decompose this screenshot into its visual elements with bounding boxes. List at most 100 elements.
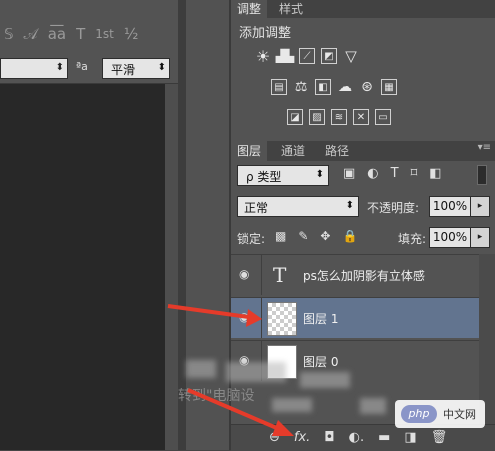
opacity-dropdown-button[interactable]: ▸: [470, 196, 490, 217]
vertical-scrollbar[interactable]: [165, 84, 178, 450]
color-balance-icon[interactable]: ⚖: [293, 79, 309, 95]
tab-layers[interactable]: 图层: [231, 141, 268, 161]
layer-style-icon[interactable]: fx.: [294, 430, 310, 445]
fill-label: 填充:: [398, 232, 427, 246]
titling-icon[interactable]: T: [76, 25, 85, 43]
pixel-filter-icon[interactable]: ▣: [343, 166, 355, 181]
php-text: 中文网: [443, 408, 476, 421]
blur-overlay: [360, 398, 386, 414]
canvas[interactable]: [0, 84, 165, 450]
blend-mode-value: 正常: [244, 201, 269, 215]
opacity-field[interactable]: 100%: [429, 196, 471, 217]
levels-icon[interactable]: ▟▙: [276, 48, 294, 64]
delete-layer-icon[interactable]: 🗑: [431, 430, 448, 445]
lock-all-icon[interactable]: 🔒: [342, 229, 357, 243]
panel-menu-icon[interactable]: ▾≡: [478, 142, 491, 153]
adjustment-row-3: ◪ ▨ ≋ ✕ ▭: [287, 109, 391, 125]
layer-row-1[interactable]: ◉ 图层 1: [231, 297, 479, 338]
php-logo: php: [401, 405, 437, 423]
eye-icon[interactable]: ◉: [239, 310, 255, 324]
ordinal-icon[interactable]: 1st: [95, 27, 114, 41]
ligature-icon[interactable]: a͞a: [48, 25, 66, 43]
updown-arrow-icon: ⬍: [55, 62, 64, 73]
selective-color-icon[interactable]: ✕: [353, 109, 369, 125]
brightness-icon[interactable]: ☀: [255, 47, 271, 66]
antialias-icon: ªa: [76, 60, 88, 73]
layers-bottom-icons: ⊖ fx. ◘ ◐. ▬ ◨ 🗑: [269, 430, 447, 445]
lock-row: 锁定: ▩ ✎ ✥ 🔒 填充: 100% ▸: [235, 227, 491, 249]
text-format-row: 𝕊 𝒜 a͞a T 1st ½: [0, 22, 138, 46]
fill-field[interactable]: 100%: [429, 227, 471, 248]
adjustment-filter-icon[interactable]: ◐: [367, 166, 378, 181]
color-lookup-icon[interactable]: ▦: [381, 79, 397, 95]
add-adjustment-title: 添加调整: [239, 26, 292, 41]
layer-row-text[interactable]: ◉ T ps怎么加阴影有立体感: [231, 254, 479, 295]
updown-arrow-icon: ⬍: [315, 169, 324, 180]
tab-adjustments[interactable]: 调整: [231, 0, 268, 18]
lock-icons: ▩ ✎ ✥ 🔒: [275, 229, 357, 243]
photoshop-workspace: 𝕊 𝒜 a͞a T 1st ½ ⬍ ªa 平滑 ⬍ 调整 样式 添加调整 ☀ ▟…: [0, 0, 495, 451]
layers-tabbar: 图层 通道 路径 ▾≡: [231, 141, 495, 161]
smart-object-filter-icon[interactable]: ◧: [429, 166, 441, 181]
vibrance-icon[interactable]: ▽: [343, 47, 359, 65]
new-adjustment-icon[interactable]: ◐.: [349, 430, 364, 445]
gradient-map-icon[interactable]: ▭: [375, 109, 391, 125]
font-size-select[interactable]: ⬍: [0, 58, 68, 79]
character-toolbar: 𝕊 𝒜 a͞a T 1st ½ ⬍ ªa 平滑 ⬍: [0, 0, 178, 84]
tab-channels[interactable]: 通道: [275, 141, 311, 161]
filter-kind-value: ρ 类型: [246, 170, 282, 184]
layer-name[interactable]: 图层 0: [303, 353, 338, 370]
filter-kind-select[interactable]: ρ 类型 ⬍: [237, 165, 329, 186]
shape-filter-icon[interactable]: ⌑: [411, 166, 418, 181]
antialias-value: 平滑: [111, 63, 136, 77]
fill-dropdown-button[interactable]: ▸: [470, 227, 490, 248]
curves-icon[interactable]: ⟋: [299, 48, 315, 64]
posterize-icon[interactable]: ▨: [309, 109, 325, 125]
add-mask-icon[interactable]: ◘: [324, 430, 334, 445]
adjustment-row-1: ☀ ▟▙ ⟋ ◩ ▽: [255, 47, 359, 66]
lock-transparent-icon[interactable]: ▩: [275, 229, 286, 243]
layer-name[interactable]: 图层 1: [303, 310, 338, 327]
lock-position-icon[interactable]: ✥: [320, 229, 330, 243]
lock-image-icon[interactable]: ✎: [298, 229, 308, 243]
layer-name[interactable]: ps怎么加阴影有立体感: [303, 267, 425, 284]
document-area: 𝕊 𝒜 a͞a T 1st ½ ⬍ ªa 平滑 ⬍: [0, 0, 178, 450]
invert-icon[interactable]: ◪: [287, 109, 303, 125]
antialias-select[interactable]: 平滑 ⬍: [102, 58, 170, 79]
text-layer-icon: T: [273, 263, 287, 287]
panel-dock: 调整 样式 添加调整 ☀ ▟▙ ⟋ ◩ ▽ ▤ ⚖ ◧ ☁ ⊛ ▦ ◪ ▨ ≋ …: [231, 0, 495, 451]
fraction-icon[interactable]: ½: [124, 25, 139, 43]
link-layers-icon[interactable]: ⊖: [269, 430, 280, 445]
layer-filter-row: ρ 类型 ⬍ ▣ ◐ T ⌑ ◧: [235, 165, 491, 187]
type-filter-icon[interactable]: T: [391, 166, 399, 181]
swash-icon[interactable]: 𝒜: [24, 25, 38, 43]
font-row: ⬍ ªa 平滑 ⬍: [0, 57, 178, 79]
collapsed-dock: [186, 0, 229, 450]
adjustment-row-2: ▤ ⚖ ◧ ☁ ⊛ ▦: [271, 79, 397, 95]
hue-saturation-icon[interactable]: ▤: [271, 79, 287, 95]
updown-arrow-icon: ⬍: [157, 62, 166, 73]
threshold-icon[interactable]: ≋: [331, 109, 347, 125]
filter-toggle[interactable]: [477, 165, 487, 185]
exposure-icon[interactable]: ◩: [321, 48, 337, 64]
new-layer-icon[interactable]: ◨: [404, 430, 416, 445]
new-group-icon[interactable]: ▬: [378, 430, 390, 445]
photo-filter-icon[interactable]: ☁: [337, 79, 353, 95]
tab-styles[interactable]: 样式: [273, 0, 309, 18]
blur-overlay: [272, 398, 312, 412]
blend-mode-select[interactable]: 正常 ⬍: [237, 196, 359, 217]
filter-icons: ▣ ◐ T ⌑ ◧: [343, 166, 442, 181]
tab-paths[interactable]: 路径: [319, 141, 355, 161]
black-white-icon[interactable]: ◧: [315, 79, 331, 95]
blur-overlay: [300, 372, 350, 388]
watermark-text: 转到"电脑设: [178, 388, 255, 404]
stylistic-alternates-icon[interactable]: 𝕊: [4, 25, 14, 43]
eye-icon[interactable]: ◉: [239, 267, 255, 281]
blur-overlay: [186, 360, 216, 378]
channel-mixer-icon[interactable]: ⊛: [359, 79, 375, 95]
layers-scrollbar[interactable]: [479, 254, 495, 424]
lock-label: 锁定:: [237, 232, 266, 246]
panel-gutter: [178, 0, 186, 450]
layers-bottom-bar: ⊖ fx. ◘ ◐. ▬ ◨ 🗑: [231, 424, 495, 451]
php-watermark-badge: php 中文网: [395, 400, 485, 428]
